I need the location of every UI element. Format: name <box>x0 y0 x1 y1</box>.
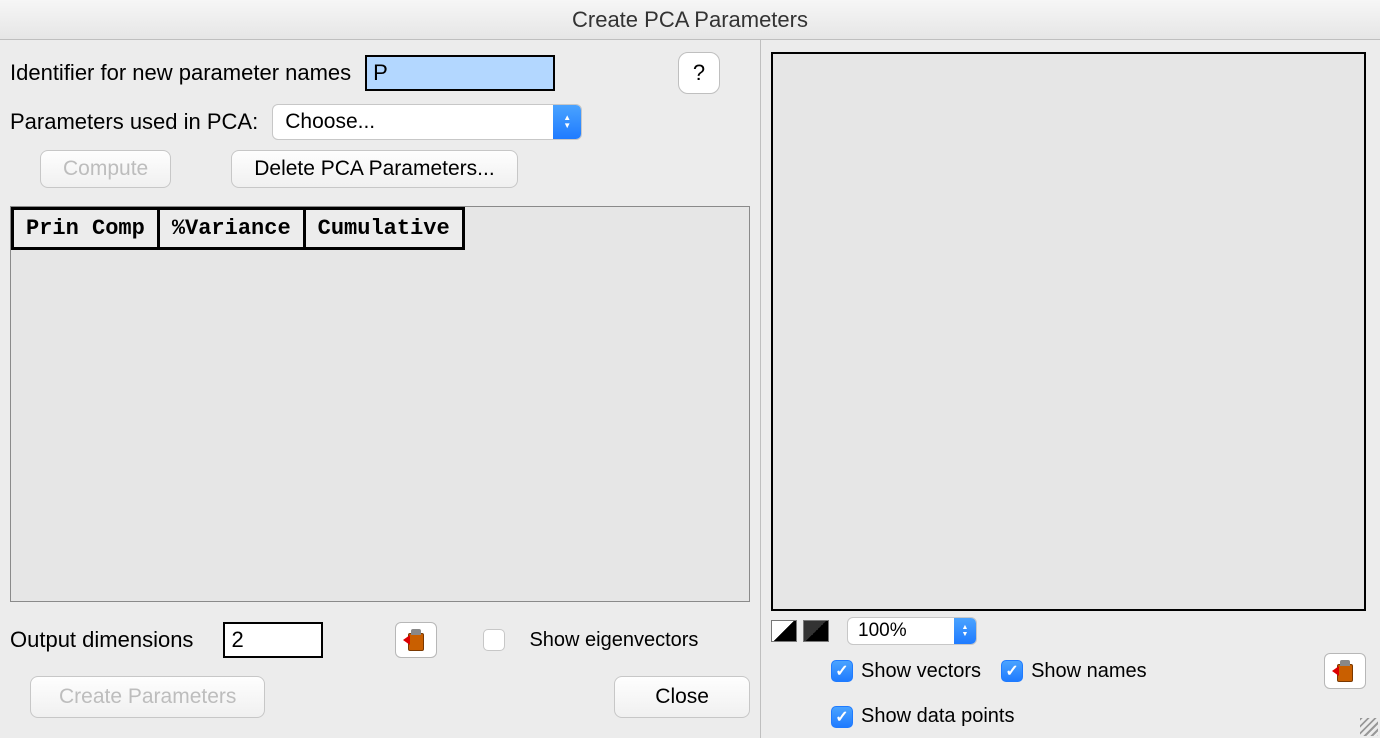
zoom-select[interactable]: 100% ▲▼ <box>847 617 977 645</box>
help-icon: ? <box>693 60 705 86</box>
col-cumulative: Cumulative <box>304 209 463 249</box>
params-row: Parameters used in PCA: Choose... ▲▼ <box>10 104 750 140</box>
show-names-item: Show names <box>1001 660 1147 683</box>
right-pane: 100% ▲▼ Show vectors Show names <box>760 40 1380 738</box>
params-select[interactable]: Choose... ▲▼ <box>272 104 582 140</box>
compute-button-label: Compute <box>63 157 148 180</box>
show-eigenvectors-checkbox[interactable] <box>483 629 505 651</box>
show-names-checkbox[interactable] <box>1001 660 1023 682</box>
chevron-updown-icon: ▲▼ <box>553 105 581 139</box>
create-parameters-button[interactable]: Create Parameters <box>30 676 265 718</box>
resize-grip-icon[interactable] <box>1360 718 1378 736</box>
color-swatch-light[interactable] <box>771 620 797 642</box>
help-button[interactable]: ? <box>678 52 720 94</box>
plot-options: Show vectors Show names Show data points <box>771 645 1366 728</box>
show-eigenvectors-label: Show eigenvectors <box>529 629 698 652</box>
show-vectors-item: Show vectors <box>831 660 981 683</box>
close-button-label: Close <box>655 685 709 708</box>
show-names-label: Show names <box>1031 660 1147 683</box>
identifier-row: Identifier for new parameter names ? <box>10 52 750 94</box>
zoom-value: 100% <box>848 620 954 642</box>
plot-canvas[interactable] <box>771 52 1366 611</box>
clipboard-icon <box>407 629 425 651</box>
params-select-text: Choose... <box>273 110 553 134</box>
clipboard-button-left[interactable] <box>395 622 437 658</box>
window-title-text: Create PCA Parameters <box>572 7 808 33</box>
clipboard-icon <box>1336 660 1354 682</box>
compute-row: Compute Delete PCA Parameters... <box>10 150 750 188</box>
close-button[interactable]: Close <box>614 676 750 718</box>
output-dim-row: Output dimensions Show eigenvectors <box>10 622 750 658</box>
plot-toolbar: 100% ▲▼ <box>771 617 1366 645</box>
show-data-points-label: Show data points <box>861 705 1014 728</box>
params-used-label: Parameters used in PCA: <box>10 109 258 135</box>
main-area: Identifier for new parameter names ? Par… <box>0 40 1380 738</box>
create-parameters-label: Create Parameters <box>59 685 236 708</box>
col-variance: %Variance <box>158 209 304 249</box>
delete-pca-params-label: Delete PCA Parameters... <box>254 157 494 180</box>
delete-pca-params-button[interactable]: Delete PCA Parameters... <box>231 150 517 188</box>
left-pane: Identifier for new parameter names ? Par… <box>0 40 760 738</box>
output-dimensions-label: Output dimensions <box>10 627 193 653</box>
color-swatch-dark[interactable] <box>803 620 829 642</box>
identifier-input[interactable] <box>365 55 555 91</box>
pca-table-wrap[interactable]: Prin Comp %Variance Cumulative <box>10 206 750 602</box>
bottom-buttons-row: Create Parameters Close <box>10 676 750 718</box>
col-prin-comp: Prin Comp <box>13 209 159 249</box>
window-title: Create PCA Parameters <box>0 0 1380 40</box>
clipboard-button-right[interactable] <box>1324 653 1366 689</box>
identifier-label: Identifier for new parameter names <box>10 60 351 86</box>
show-vectors-checkbox[interactable] <box>831 660 853 682</box>
compute-button[interactable]: Compute <box>40 150 171 188</box>
output-dimensions-input[interactable] <box>223 622 323 658</box>
show-data-points-checkbox[interactable] <box>831 706 853 728</box>
show-data-points-item: Show data points <box>831 705 1014 728</box>
chevron-updown-icon: ▲▼ <box>954 618 976 644</box>
pca-table: Prin Comp %Variance Cumulative <box>11 207 465 250</box>
show-vectors-label: Show vectors <box>861 660 981 683</box>
